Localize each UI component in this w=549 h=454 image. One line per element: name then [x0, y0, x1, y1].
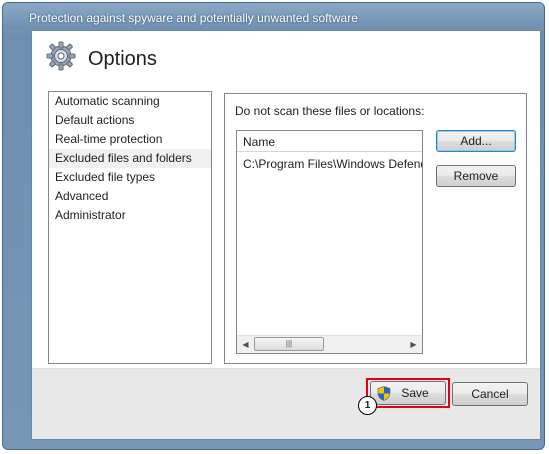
sidebar-item-automatic-scanning[interactable]: Automatic scanning [49, 92, 211, 111]
list-item[interactable]: C:\Program Files\Windows Defender [237, 154, 422, 174]
scroll-right-icon[interactable]: ▶ [405, 336, 422, 353]
add-button[interactable]: Add... [436, 130, 516, 152]
options-dialog: Options Automatic scanning Default actio… [31, 30, 541, 440]
column-header-name[interactable]: Name [237, 131, 422, 152]
list-item-label: C:\Program Files\Windows Defender [243, 157, 422, 171]
cancel-button[interactable]: Cancel [452, 382, 528, 406]
step-callout-badge: 1 [358, 396, 377, 415]
sidebar-item-real-time-protection[interactable]: Real-time protection [49, 130, 211, 149]
remove-button[interactable]: Remove [436, 165, 516, 187]
sidebar-item-advanced[interactable]: Advanced [49, 187, 211, 206]
exclusions-list[interactable]: Name C:\Program Files\Windows Defender ◀… [236, 130, 423, 354]
sidebar-item-administrator[interactable]: Administrator [49, 206, 211, 225]
scroll-left-icon[interactable]: ◀ [237, 336, 254, 353]
column-header-label: Name [243, 135, 276, 149]
options-nav: Automatic scanning Default actions Real-… [48, 91, 212, 364]
horizontal-scrollbar[interactable]: ◀ ||| ▶ [237, 335, 422, 353]
options-window: Protection against spyware and potential… [2, 2, 545, 450]
exclusions-label: Do not scan these files or locations: [235, 104, 425, 118]
title-bar[interactable]: Protection against spyware and potential… [3, 3, 544, 29]
sidebar-item-default-actions[interactable]: Default actions [49, 111, 211, 130]
gear-icon [46, 41, 76, 71]
window-title: Protection against spyware and potential… [29, 11, 358, 25]
scroll-thumb[interactable]: ||| [254, 337, 324, 351]
sidebar-item-excluded-file-types[interactable]: Excluded file types [49, 168, 211, 187]
excluded-files-panel: Do not scan these files or locations: Na… [224, 93, 527, 364]
page-title: Options [88, 48, 157, 70]
save-highlight-box [366, 378, 450, 408]
sidebar-item-excluded-files-and-folders[interactable]: Excluded files and folders [49, 149, 211, 168]
